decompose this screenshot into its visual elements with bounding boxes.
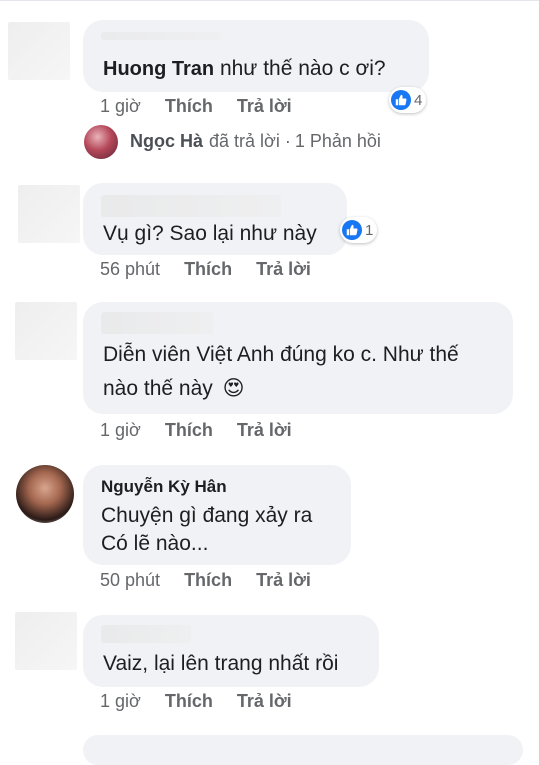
like-icon bbox=[342, 220, 362, 240]
reply-separator: · bbox=[284, 131, 291, 151]
reply-button[interactable]: Trả lời bbox=[237, 96, 292, 116]
reply-count[interactable]: 1 Phản hồi bbox=[295, 131, 381, 152]
comment-meta: 56 phút Thích Trả lời bbox=[100, 259, 311, 280]
comment-author[interactable]: Nguyễn Kỳ Hân bbox=[101, 477, 227, 497]
comment-time[interactable]: 1 giờ bbox=[100, 96, 141, 116]
reaction-number: 1 bbox=[365, 221, 374, 239]
comment-text-line1: Diễn viên Việt Anh đúng ko c. Như thế bbox=[103, 343, 459, 366]
reaction-count[interactable]: 1 bbox=[340, 217, 378, 243]
like-button[interactable]: Thích bbox=[184, 570, 232, 590]
comment-meta: 1 giờ Thích Trả lời bbox=[100, 96, 292, 117]
reply-button[interactable]: Trả lời bbox=[237, 691, 292, 711]
comment-content: Huong Tran như thế nào c ơi? bbox=[103, 54, 386, 84]
like-button[interactable]: Thích bbox=[165, 691, 213, 711]
like-icon bbox=[391, 90, 411, 110]
comment-text-line2-wrap: nào thế này 😍 bbox=[103, 374, 245, 404]
avatar[interactable] bbox=[8, 22, 70, 80]
reply-avatar[interactable] bbox=[84, 125, 118, 159]
comment-bubble: Diễn viên Việt Anh đúng ko c. Như thế nà… bbox=[83, 302, 513, 414]
redacted-name bbox=[101, 312, 213, 334]
comment-text-line1: Chuyện gì đang xảy ra bbox=[101, 504, 313, 527]
reply-author[interactable]: Ngọc Hà bbox=[130, 131, 203, 152]
comment-bubble: Nguyễn Kỳ Hân Chuyện gì đang xảy ra Có l… bbox=[83, 465, 351, 565]
comment-text-line2: Có lẽ nào... bbox=[101, 532, 209, 555]
comment-time[interactable]: 1 giờ bbox=[100, 691, 141, 711]
like-button[interactable]: Thích bbox=[184, 259, 232, 279]
comment-text: như thế nào c ơi? bbox=[219, 57, 386, 80]
avatar[interactable] bbox=[18, 185, 80, 243]
avatar[interactable] bbox=[16, 465, 74, 523]
comment-author[interactable]: Huong Tran bbox=[103, 58, 214, 80]
comment-time[interactable]: 1 giờ bbox=[100, 420, 141, 440]
comment-time[interactable]: 50 phút bbox=[100, 570, 160, 590]
comment-meta: 50 phút Thích Trả lời bbox=[100, 570, 311, 591]
comment-text: Vaiz, lại lên trang nhất rồi bbox=[103, 652, 339, 675]
reply-summary[interactable]: Ngọc Hà đã trả lời · 1 Phản hồi bbox=[130, 131, 381, 152]
comment-bubble: Vaiz, lại lên trang nhất rồi bbox=[83, 615, 379, 687]
comment-text: Vụ gì? Sao lại như này bbox=[103, 222, 317, 245]
reply-action: đã trả lời bbox=[209, 131, 280, 151]
reply-button[interactable]: Trả lời bbox=[256, 570, 311, 590]
comment-bubble: Huong Tran như thế nào c ơi? bbox=[83, 20, 429, 92]
next-comment-bubble bbox=[83, 735, 523, 765]
reaction-count[interactable]: 4 bbox=[389, 87, 427, 113]
top-divider bbox=[0, 0, 539, 1]
reply-button[interactable]: Trả lời bbox=[237, 420, 292, 440]
like-button[interactable]: Thích bbox=[165, 96, 213, 116]
avatar[interactable] bbox=[15, 302, 77, 360]
comment-time[interactable]: 56 phút bbox=[100, 259, 160, 279]
avatar[interactable] bbox=[15, 612, 77, 670]
comment-meta: 1 giờ Thích Trả lời bbox=[100, 691, 292, 712]
heart-eyes-emoji: 😍 bbox=[222, 377, 245, 400]
redacted-name bbox=[101, 625, 191, 643]
comment-meta: 1 giờ Thích Trả lời bbox=[100, 420, 292, 441]
comment-text-line2: nào thế này bbox=[103, 377, 213, 400]
like-button[interactable]: Thích bbox=[165, 420, 213, 440]
redacted-name bbox=[101, 195, 281, 217]
reaction-number: 4 bbox=[414, 91, 423, 109]
reply-button[interactable]: Trả lời bbox=[256, 259, 311, 279]
comment-bubble: Vụ gì? Sao lại như này bbox=[83, 183, 347, 255]
redacted-header bbox=[101, 32, 221, 40]
